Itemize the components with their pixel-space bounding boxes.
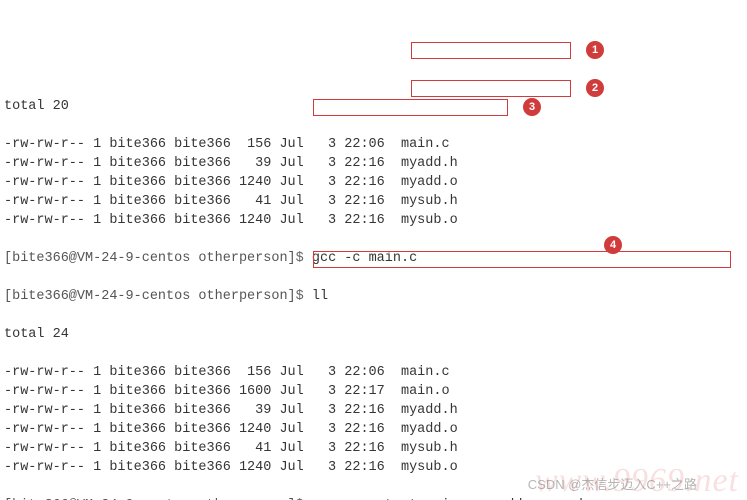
ls-row: -rw-rw-r-- 1 bite366 bite366 156 Jul 3 2… (4, 363, 743, 382)
prompt-line-2: [bite366@VM-24-9-centos otherperson]$ ll (4, 287, 743, 306)
ls-name: mysub.o (401, 213, 458, 228)
ls-name: mysub.h (401, 441, 458, 456)
ls-name: main.c (401, 137, 450, 152)
ls-name: main.o (401, 384, 450, 399)
ls-row: -rw-rw-r-- 1 bite366 bite366 39 Jul 3 22… (4, 154, 743, 173)
prompt-dollar: $ (296, 289, 304, 304)
ls-name: mysub.h (401, 194, 458, 209)
highlight-box-myadd-o (411, 42, 571, 59)
terminal[interactable]: total 20 -rw-rw-r-- 1 bite366 bite366 15… (0, 76, 747, 500)
ls-row: -rw-rw-r-- 1 bite366 bite366 1240 Jul 3 … (4, 458, 743, 477)
ls-name: main.c (401, 365, 450, 380)
prompt-user-host: [bite366@VM-24-9-centos otherperson] (4, 251, 296, 266)
prompt-user-host: [bite366@VM-24-9-centos otherperson] (4, 289, 296, 304)
ls-row: -rw-rw-r-- 1 bite366 bite366 156 Jul 3 2… (4, 135, 743, 154)
ls-row: -rw-rw-r-- 1 bite366 bite366 39 Jul 3 22… (4, 401, 743, 420)
ls-row: -rw-rw-r-- 1 bite366 bite366 1240 Jul 3 … (4, 211, 743, 230)
prompt-line-3: [bite366@VM-24-9-centos otherperson]$ gc… (4, 496, 743, 500)
ls-row: -rw-rw-r-- 1 bite366 bite366 41 Jul 3 22… (4, 439, 743, 458)
ls-row: -rw-rw-r-- 1 bite366 bite366 1600 Jul 3 … (4, 382, 743, 401)
ls-row: -rw-rw-r-- 1 bite366 bite366 41 Jul 3 22… (4, 192, 743, 211)
ls-name: myadd.h (401, 156, 458, 171)
ls-name: myadd.h (401, 403, 458, 418)
ls-row: -rw-rw-r-- 1 bite366 bite366 1240 Jul 3 … (4, 173, 743, 192)
callout-1: 1 (586, 41, 604, 59)
total-line: total 24 (4, 325, 743, 344)
prompt-dollar: $ (296, 251, 304, 266)
command-gcc-c: gcc -c main.c (312, 251, 417, 266)
ls-name: myadd.o (401, 422, 458, 437)
ls-row: -rw-rw-r-- 1 bite366 bite366 1240 Jul 3 … (4, 420, 743, 439)
prompt-line-1: [bite366@VM-24-9-centos otherperson]$ gc… (4, 249, 743, 268)
total-line: total 20 (4, 97, 743, 116)
command-ll: ll (312, 289, 328, 304)
ls-name: mysub.o (401, 460, 458, 475)
ls-name: myadd.o (401, 175, 458, 190)
